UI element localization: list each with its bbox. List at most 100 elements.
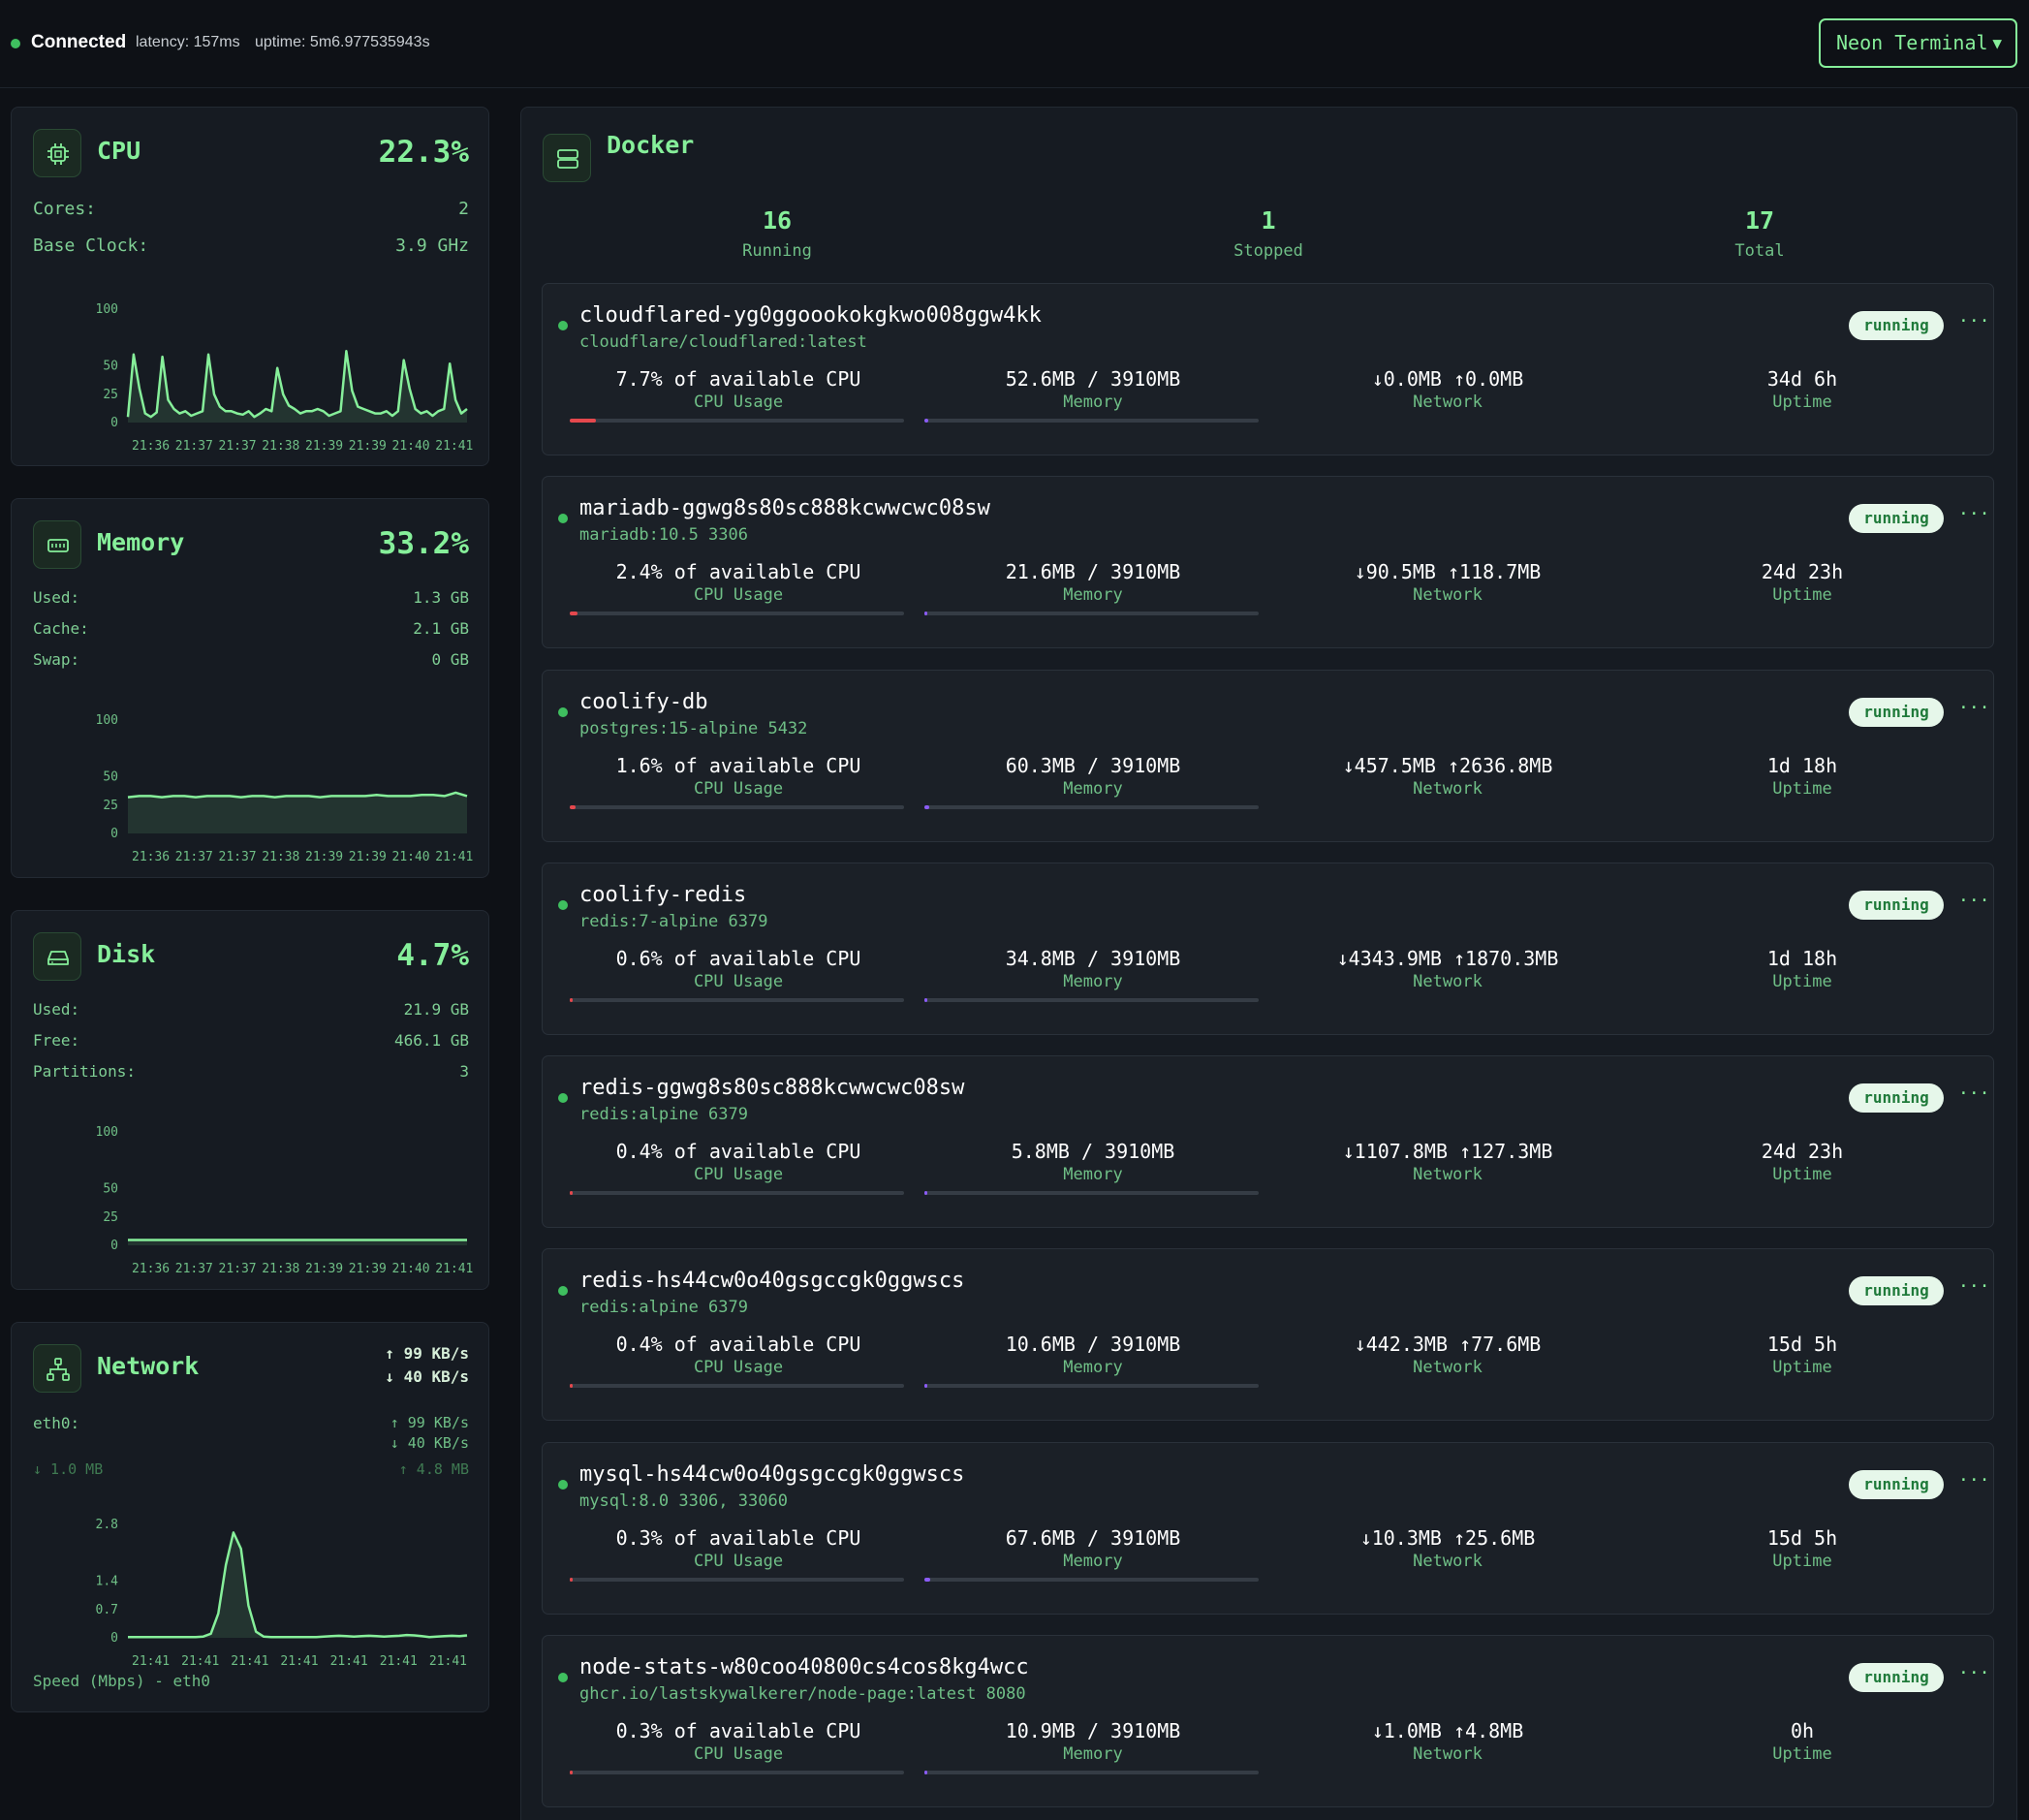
uptime-value: 1d 18h — [1766, 754, 1838, 777]
uptime-label: Uptime — [1772, 585, 1832, 605]
more-options-icon[interactable]: ··· — [1958, 1276, 1990, 1297]
container-name: coolify-redis — [579, 883, 747, 907]
container-status-dot — [558, 707, 568, 717]
total-count: 17 — [1744, 206, 1775, 235]
y-tick-label: 0.7 — [96, 1603, 118, 1617]
series-line — [128, 1531, 468, 1639]
latency-text: latency: 157ms — [136, 34, 240, 50]
uptime-value: 24d 23h — [1761, 1140, 1844, 1163]
uptime-value: 1d 18h — [1766, 947, 1838, 970]
cpu-usage-label: CPU Usage — [693, 972, 784, 991]
container-status-dot — [558, 1673, 568, 1682]
cpu-usage-bar — [570, 1771, 904, 1774]
disk-partitions-value: 3 — [459, 1062, 469, 1081]
container-status-dot — [558, 321, 568, 330]
cpu-usage-label: CPU Usage — [693, 1744, 784, 1764]
uptime-value: 34d 6h — [1766, 367, 1838, 391]
interface-download-rate: ↓ 40 KB/s — [390, 1434, 469, 1452]
container-name: mysql-hs44cw0o40gsgccgk0ggwscs — [579, 1462, 965, 1487]
more-options-icon[interactable]: ··· — [1958, 504, 1990, 524]
cpu-panel: CPU 22.3% Cores: 2 Base Clock: 3.9 GHz 1… — [11, 107, 489, 466]
disk-free-value: 466.1 GB — [393, 1031, 469, 1050]
x-tick-label: 21:41 — [435, 850, 473, 863]
cpu-usage-value: 0.3% of available CPU — [615, 1526, 861, 1550]
y-tick-label: 100 — [96, 302, 118, 317]
x-tick-label: 21:38 — [262, 439, 299, 452]
container-card[interactable]: redis-ggwg8s80sc888kcwwcwc08sw redis:alp… — [542, 1055, 1994, 1228]
memory-usage-chart: 100 50 25 0 21:36 21:37 21:37 21:38 21:39 21:39 21… — [96, 713, 474, 863]
connection-status-dot — [11, 39, 20, 48]
series-line — [127, 791, 468, 799]
theme-select-button[interactable]: Neon Terminal ▼ — [1819, 18, 2017, 68]
more-options-icon[interactable]: ··· — [1958, 1470, 1990, 1491]
memory-usage-bar-fill — [924, 998, 928, 1002]
x-tick-label: 21:39 — [305, 1262, 343, 1274]
y-tick-label: 25 — [103, 1210, 118, 1225]
disk-free-label: Free: — [33, 1031, 80, 1050]
container-card[interactable]: mysql-hs44cw0o40gsgccgk0ggwscs mysql:8.0… — [542, 1442, 1994, 1615]
x-tick-label: 21:37 — [219, 1262, 257, 1274]
cpu-clock-value: 3.9 GHz — [395, 235, 469, 256]
x-tick-label: 21:41 — [330, 1654, 368, 1667]
uptime-label: Uptime — [1772, 779, 1832, 799]
memory-usage-bar-fill — [924, 1384, 927, 1388]
container-card[interactable]: coolify-db postgres:15-alpine 5432 runni… — [542, 670, 1994, 842]
memory-usage-bar — [924, 419, 1259, 423]
series-line — [126, 350, 468, 419]
container-status-dot — [558, 1480, 568, 1490]
cpu-usage-value: 22.3% — [378, 135, 469, 170]
cpu-usage-bar-fill — [570, 419, 596, 423]
cpu-usage-label: CPU Usage — [693, 392, 784, 412]
memory-usage-bar-fill — [924, 419, 929, 423]
memory-usage-bar — [924, 1771, 1259, 1774]
network-io-value: ↓90.5MB ↑118.7MB — [1354, 560, 1542, 583]
memory-usage-value: 67.6MB / 3910MB — [1005, 1526, 1181, 1550]
memory-usage-label: Memory — [1063, 1552, 1123, 1571]
memory-usage-value: 33.2% — [378, 526, 469, 561]
container-status-dot — [558, 514, 568, 523]
memory-usage-label: Memory — [1063, 1165, 1123, 1184]
x-tick-label: 21:39 — [305, 850, 343, 863]
x-tick-label: 21:41 — [231, 1654, 268, 1667]
uptime-label: Uptime — [1772, 1552, 1832, 1571]
container-image: redis:alpine 6379 — [579, 1105, 748, 1124]
container-card[interactable]: cloudflared-yg0ggoookokgkwo008ggw4kk clo… — [542, 283, 1994, 455]
more-options-icon[interactable]: ··· — [1958, 1663, 1990, 1683]
more-options-icon[interactable]: ··· — [1958, 891, 1990, 911]
y-tick-label: 50 — [103, 1182, 118, 1197]
x-tick-label: 21:37 — [219, 439, 257, 452]
uptime-label: Uptime — [1772, 1358, 1832, 1377]
memory-used-label: Used: — [33, 588, 80, 607]
container-card[interactable]: node-stats-w80coo40800cs4cos8kg4wcc ghcr… — [542, 1635, 1994, 1807]
more-options-icon[interactable]: ··· — [1958, 311, 1990, 331]
disk-usage-value: 4.7% — [396, 938, 469, 973]
memory-usage-bar — [924, 805, 1259, 809]
x-tick-label: 21:36 — [132, 1262, 170, 1274]
memory-usage-bar — [924, 1191, 1259, 1195]
container-card[interactable]: mariadb-ggwg8s80sc888kcwwcwc08sw mariadb… — [542, 476, 1994, 648]
container-name: redis-hs44cw0o40gsgccgk0ggwscs — [579, 1269, 965, 1293]
network-interface-label: eth0: — [33, 1414, 80, 1432]
container-status-dot — [558, 900, 568, 910]
interface-upload-rate: ↑ 99 KB/s — [390, 1414, 469, 1431]
uptime-text: uptime: 5m6.977535943s — [255, 34, 430, 50]
y-tick-label: 100 — [96, 1125, 118, 1140]
cpu-usage-value: 0.4% of available CPU — [615, 1333, 861, 1356]
memory-panel: Memory 33.2% Used: 1.3 GB Cache: 2.1 GB … — [11, 498, 489, 878]
more-options-icon[interactable]: ··· — [1958, 1083, 1990, 1104]
hard-drive-icon — [33, 932, 81, 981]
cpu-usage-value: 0.4% of available CPU — [615, 1140, 861, 1163]
network-download-rate: ↓ 40 KB/s — [385, 1367, 469, 1386]
status-badge: running — [1849, 1470, 1944, 1499]
cpu-usage-bar — [570, 998, 904, 1002]
y-tick-label: 0 — [110, 1631, 118, 1646]
network-io-value: ↓1107.8MB ↑127.3MB — [1342, 1140, 1553, 1163]
container-card[interactable]: coolify-redis redis:7-alpine 6379 runnin… — [542, 863, 1994, 1035]
container-card[interactable]: redis-hs44cw0o40gsgccgk0ggwscs redis:alp… — [542, 1248, 1994, 1421]
series-area — [128, 1532, 467, 1638]
y-tick-label: 50 — [103, 360, 118, 374]
x-tick-label: 21:41 — [435, 1262, 473, 1274]
status-badge: running — [1849, 1663, 1944, 1692]
memory-usage-bar-fill — [924, 1191, 927, 1195]
more-options-icon[interactable]: ··· — [1958, 698, 1990, 718]
